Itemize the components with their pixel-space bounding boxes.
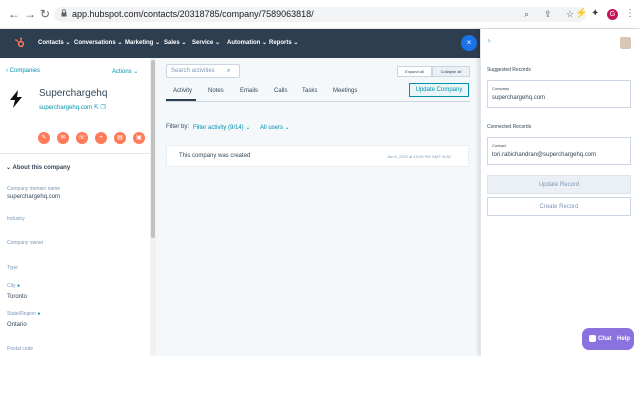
zoom-icon[interactable]: ⌕ <box>524 8 529 21</box>
nav-service[interactable]: Service ⌄ <box>192 38 220 48</box>
tab-notes[interactable]: Notes <box>208 88 224 94</box>
forward-arrow-icon[interactable]: → <box>24 7 36 21</box>
field-label-postal-code: Postal code <box>7 346 34 352</box>
expand-all-button[interactable]: Expand all <box>397 66 432 77</box>
tab-emails[interactable]: Emails <box>240 88 258 94</box>
tabs-underline <box>166 101 470 102</box>
suggested-company-record[interactable]: Company superchargehq.com <box>487 80 631 108</box>
filter-by-label: Filter by: <box>166 124 190 130</box>
activity-text: This company was created <box>179 153 251 159</box>
update-company-button[interactable]: Update Company <box>409 83 469 97</box>
info-icon: ● <box>17 283 21 289</box>
hubspot-screen: ← → ↻ app.hubspot.com/contacts/20318785/… <box>0 0 640 400</box>
sidebar-scroll-thumb[interactable] <box>151 60 155 238</box>
back-arrow-icon[interactable]: ← <box>8 7 20 21</box>
filter-activity-dropdown[interactable]: Filter activity (9/14) ⌄ <box>193 124 250 131</box>
bookmark-star-icon[interactable]: ☆ <box>566 8 574 21</box>
record-value: superchargehq.com <box>492 95 546 101</box>
company-domain-link[interactable]: superchargehq.com ⇱ ❐ <box>39 104 106 111</box>
task-action-button[interactable]: + <box>95 132 107 144</box>
email-action-button[interactable]: ✉ <box>57 132 69 144</box>
extensions-puzzle-icon[interactable]: ✦ <box>591 8 599 20</box>
activity-pane <box>156 58 480 356</box>
company-logo-bolt-icon <box>10 90 22 108</box>
nav-contacts[interactable]: Contacts ⌄ <box>38 38 70 48</box>
about-section-toggle[interactable]: ⌄ About this company <box>6 164 70 171</box>
actions-dropdown[interactable]: Actions ⌄ <box>112 68 138 75</box>
field-value-state[interactable]: Ontario <box>7 322 27 328</box>
activity-timestamp: Jan 6, 2022 at 10:05 PM GMT+5:30 <box>387 154 451 159</box>
extension-bolt-icon[interactable]: ⚡ <box>575 8 587 20</box>
nav-conversations[interactable]: Conversations ⌄ <box>74 38 122 48</box>
create-record-button[interactable]: Create Record <box>487 197 631 216</box>
company-sidebar: ‹ Companies Actions ⌄ Superchargehq supe… <box>0 58 150 356</box>
update-record-button[interactable]: Update Record <box>487 175 631 194</box>
browser-menu-icon[interactable]: ⋮ <box>625 8 635 19</box>
search-icon[interactable]: ⌕ <box>227 68 230 75</box>
tab-tasks[interactable]: Tasks <box>302 88 317 94</box>
url-text: app.hubspot.com/contacts/20318785/compan… <box>72 9 314 19</box>
connected-records-title: Connected Records <box>487 124 532 130</box>
tab-meetings[interactable]: Meetings <box>333 88 357 94</box>
nav-sales[interactable]: Sales ⌄ <box>164 38 186 48</box>
log-action-button[interactable]: ▣ <box>133 132 145 144</box>
company-name: Superchargehq <box>39 88 108 99</box>
nav-marketing[interactable]: Marketing ⌄ <box>125 38 160 48</box>
close-panel-button[interactable]: × <box>461 35 477 51</box>
field-label-city: City ● <box>7 283 21 289</box>
record-value: tori.rabichandran@superchargehq.com <box>492 152 597 158</box>
browser-profile-avatar[interactable]: G <box>607 9 618 20</box>
field-label-state: State/Region ● <box>7 311 41 317</box>
back-to-companies-link[interactable]: ‹ Companies <box>6 68 40 74</box>
address-bar[interactable]: app.hubspot.com/contacts/20318785/compan… <box>54 7 586 22</box>
hubspot-sprocket-icon: ᛃ <box>487 38 492 45</box>
tab-calls[interactable]: Calls <box>274 88 287 94</box>
hubspot-logo-icon[interactable] <box>14 37 26 49</box>
all-users-dropdown[interactable]: All users ⌄ <box>260 124 290 131</box>
hubspot-top-nav: Contacts ⌄ Conversations ⌄ Marketing ⌄ S… <box>0 29 480 58</box>
tab-activity[interactable]: Activity <box>173 88 192 94</box>
call-action-button[interactable]: ☏ <box>76 132 88 144</box>
activity-item[interactable]: This company was created Jan 6, 2022 at … <box>166 145 469 167</box>
chat-bubble-icon <box>589 335 596 342</box>
page-bottom-blank <box>0 356 640 400</box>
field-label-type: Type <box>7 265 18 271</box>
reload-icon[interactable]: ↻ <box>40 7 50 21</box>
collapse-all-button[interactable]: Collapse all <box>432 66 470 77</box>
connected-contact-record[interactable]: Contact tori.rabichandran@superchargehq.… <box>487 137 631 165</box>
nav-reports[interactable]: Reports ⌄ <box>269 38 298 48</box>
suggested-records-title: Suggested Records <box>487 67 531 73</box>
note-action-button[interactable]: ✎ <box>38 132 50 144</box>
info-icon: ● <box>37 311 41 317</box>
chat-help-widget[interactable]: Chat Help <box>582 328 634 350</box>
help-label: Help <box>617 336 631 342</box>
search-placeholder: Search activities <box>171 68 215 74</box>
field-label-industry: Industry <box>7 216 25 222</box>
user-avatar[interactable] <box>620 37 631 49</box>
chat-label: Chat <box>598 336 612 342</box>
record-type-label: Company <box>492 86 510 91</box>
search-activities-input[interactable]: Search activities ⌕ <box>166 64 240 78</box>
field-label-owner: Company owner <box>7 240 44 246</box>
field-value-domain[interactable]: superchargehq.com <box>7 194 60 200</box>
browser-toolbar: ← → ↻ app.hubspot.com/contacts/20318785/… <box>0 0 640 29</box>
section-divider <box>0 153 150 154</box>
nav-automation[interactable]: Automation ⌄ <box>227 38 267 48</box>
meeting-action-button[interactable]: ▤ <box>114 132 126 144</box>
lock-icon <box>61 9 67 17</box>
field-value-city[interactable]: Toronto <box>7 294 27 300</box>
field-label-domain: Company domain name <box>7 186 61 192</box>
share-icon[interactable]: ⇪ <box>544 8 552 21</box>
record-type-label: Contact <box>492 143 506 148</box>
